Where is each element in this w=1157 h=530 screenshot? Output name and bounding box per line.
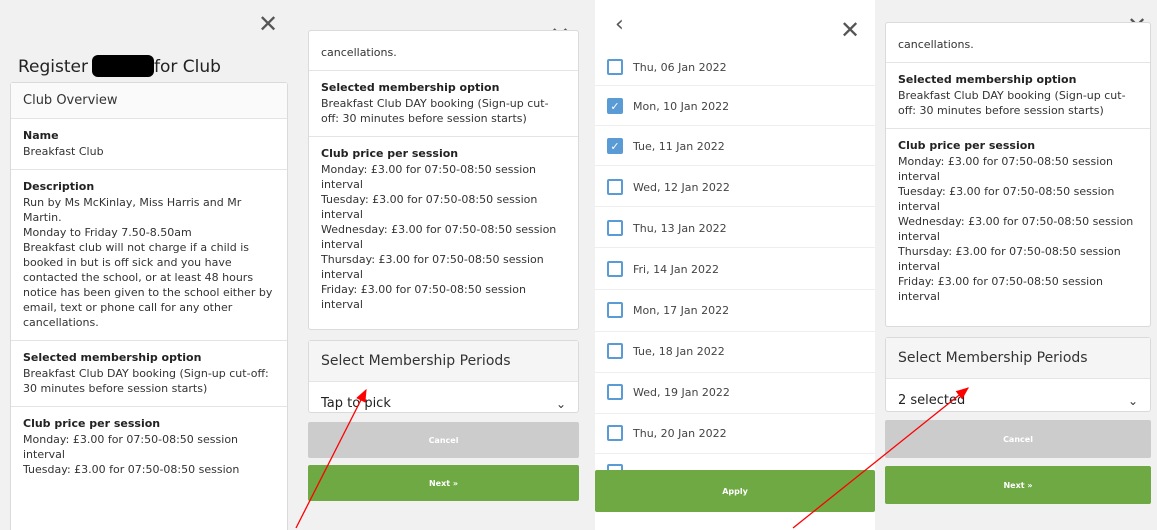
row-separator bbox=[595, 85, 875, 86]
cancellations-text: cancellations. bbox=[321, 46, 397, 59]
membership-periods-card: Select Membership Periods Tap to pick ⌄ bbox=[308, 340, 579, 413]
date-option[interactable]: Tue, 18 Jan 2022 bbox=[607, 343, 725, 359]
name-section: Name Breakfast Club bbox=[11, 119, 287, 170]
club-overview-header: Club Overview bbox=[11, 83, 287, 119]
row-separator bbox=[595, 247, 875, 248]
chevron-down-icon: ⌄ bbox=[555, 396, 566, 411]
membership-periods-select[interactable]: 2 selected ⌄ bbox=[886, 379, 1150, 422]
date-option[interactable]: Fri, 14 Jan 2022 bbox=[607, 261, 719, 277]
price-label: Club price per session bbox=[321, 147, 459, 160]
chevron-down-icon: ⌄ bbox=[1127, 393, 1138, 408]
checkbox-icon[interactable] bbox=[607, 179, 623, 195]
membership-option-text: Breakfast Club DAY booking (Sign-up cut-… bbox=[23, 367, 269, 395]
checkbox-icon[interactable] bbox=[607, 59, 623, 75]
select-value: 2 selected bbox=[898, 393, 966, 408]
description-section: Description Run by Ms McKinlay, Miss Har… bbox=[11, 170, 287, 341]
price-section: Club price per session Monday: £3.00 for… bbox=[886, 129, 1150, 314]
membership-option-text: Breakfast Club DAY booking (Sign-up cut-… bbox=[321, 97, 549, 125]
date-label: Tue, 11 Jan 2022 bbox=[633, 139, 725, 153]
cancel-button[interactable]: Cancel bbox=[885, 420, 1151, 458]
date-label: Wed, 19 Jan 2022 bbox=[633, 385, 730, 399]
apply-button[interactable]: Apply bbox=[595, 470, 875, 512]
checkbox-icon[interactable] bbox=[607, 220, 623, 236]
date-label: Thu, 13 Jan 2022 bbox=[633, 221, 727, 235]
price-text: Monday: £3.00 for 07:50-08:50 session in… bbox=[23, 433, 240, 476]
row-separator bbox=[595, 165, 875, 166]
date-option[interactable]: Thu, 06 Jan 2022 bbox=[607, 59, 727, 75]
name-value: Breakfast Club bbox=[23, 145, 104, 158]
membership-option-label: Selected membership option bbox=[321, 81, 500, 94]
close-icon[interactable]: ✕ bbox=[840, 18, 860, 42]
date-label: Fri, 14 Jan 2022 bbox=[633, 262, 720, 276]
checkbox-icon[interactable] bbox=[607, 425, 623, 441]
date-option[interactable]: ✓ Tue, 11 Jan 2022 bbox=[607, 138, 725, 154]
checkbox-icon[interactable] bbox=[607, 261, 623, 277]
date-label: Mon, 17 Jan 2022 bbox=[633, 303, 730, 317]
cancellations-tail: cancellations. bbox=[309, 31, 578, 71]
date-option[interactable]: Wed, 12 Jan 2022 bbox=[607, 179, 730, 195]
close-icon[interactable]: ✕ bbox=[258, 12, 278, 36]
club-details-card: cancellations. Selected membership optio… bbox=[308, 30, 579, 330]
row-separator bbox=[595, 453, 875, 454]
cancellations-text: cancellations. bbox=[898, 38, 974, 51]
description-text: Run by Ms McKinlay, Miss Harris and Mr M… bbox=[23, 196, 273, 329]
membership-option-section: Selected membership option Breakfast Clu… bbox=[309, 71, 578, 137]
membership-option-section: Selected membership option Breakfast Clu… bbox=[886, 63, 1150, 129]
date-label: Thu, 20 Jan 2022 bbox=[633, 426, 727, 440]
checkbox-icon[interactable] bbox=[607, 343, 623, 359]
register-club-panel: ✕ Register for Club Club Overview Name Br… bbox=[0, 0, 298, 530]
membership-option-label: Selected membership option bbox=[898, 73, 1077, 86]
row-separator bbox=[595, 331, 875, 332]
date-label: Tue, 18 Jan 2022 bbox=[633, 344, 725, 358]
membership-option-label: Selected membership option bbox=[23, 351, 202, 364]
date-option[interactable]: Thu, 13 Jan 2022 bbox=[607, 220, 727, 236]
name-label: Name bbox=[23, 129, 59, 142]
checkbox-icon[interactable] bbox=[607, 384, 623, 400]
price-label: Club price per session bbox=[23, 417, 161, 430]
date-option[interactable]: Thu, 20 Jan 2022 bbox=[607, 425, 727, 441]
next-button[interactable]: Next » bbox=[308, 465, 579, 501]
redacted-name bbox=[92, 55, 154, 77]
membership-option-section: Selected membership option Breakfast Clu… bbox=[11, 341, 287, 407]
row-separator bbox=[595, 125, 875, 126]
title-suffix: for Club bbox=[154, 57, 221, 77]
membership-periods-title: Select Membership Periods bbox=[886, 338, 1150, 379]
membership-periods-title: Select Membership Periods bbox=[309, 341, 578, 382]
price-text: Monday: £3.00 for 07:50-08:50 session in… bbox=[898, 155, 1134, 303]
cancel-button[interactable]: Cancel bbox=[308, 422, 579, 458]
date-picker-panel: ‹ ✕ Thu, 06 Jan 2022 ✓ Mon, 10 Jan 2022 … bbox=[595, 0, 875, 530]
price-text: Monday: £3.00 for 07:50-08:50 session in… bbox=[321, 163, 557, 311]
row-separator bbox=[595, 289, 875, 290]
date-label: Mon, 10 Jan 2022 bbox=[633, 99, 730, 113]
title-prefix: Register bbox=[18, 57, 88, 77]
checkbox-checked-icon[interactable]: ✓ bbox=[607, 138, 623, 154]
date-label: Thu, 06 Jan 2022 bbox=[633, 60, 727, 74]
date-label: Wed, 12 Jan 2022 bbox=[633, 180, 730, 194]
club-overview-card: Club Overview Name Breakfast Club Descri… bbox=[10, 82, 288, 530]
row-separator bbox=[595, 413, 875, 414]
select-value: Tap to pick bbox=[321, 396, 391, 411]
club-details-card: cancellations. Selected membership optio… bbox=[885, 22, 1151, 327]
row-separator bbox=[595, 206, 875, 207]
club-details-selected-panel: ✕ cancellations. Selected membership opt… bbox=[875, 0, 1157, 530]
club-details-panel: ✕ cancellations. Selected membership opt… bbox=[298, 0, 595, 530]
next-button[interactable]: Next » bbox=[885, 466, 1151, 504]
membership-periods-select[interactable]: Tap to pick ⌄ bbox=[309, 382, 578, 425]
cancellations-tail: cancellations. bbox=[886, 23, 1150, 63]
price-section: Club price per session Monday: £3.00 for… bbox=[11, 407, 287, 487]
checkbox-icon[interactable] bbox=[607, 302, 623, 318]
date-option[interactable]: Mon, 17 Jan 2022 bbox=[607, 302, 729, 318]
membership-periods-card: Select Membership Periods 2 selected ⌄ bbox=[885, 337, 1151, 412]
price-label: Club price per session bbox=[898, 139, 1036, 152]
date-option[interactable]: Wed, 19 Jan 2022 bbox=[607, 384, 730, 400]
date-option[interactable]: ✓ Mon, 10 Jan 2022 bbox=[607, 98, 729, 114]
row-separator bbox=[595, 372, 875, 373]
price-section: Club price per session Monday: £3.00 for… bbox=[309, 137, 578, 322]
back-icon[interactable]: ‹ bbox=[615, 14, 624, 36]
membership-option-text: Breakfast Club DAY booking (Sign-up cut-… bbox=[898, 89, 1126, 117]
description-label: Description bbox=[23, 180, 95, 193]
page-title: Register for Club bbox=[18, 55, 221, 77]
checkbox-checked-icon[interactable]: ✓ bbox=[607, 98, 623, 114]
